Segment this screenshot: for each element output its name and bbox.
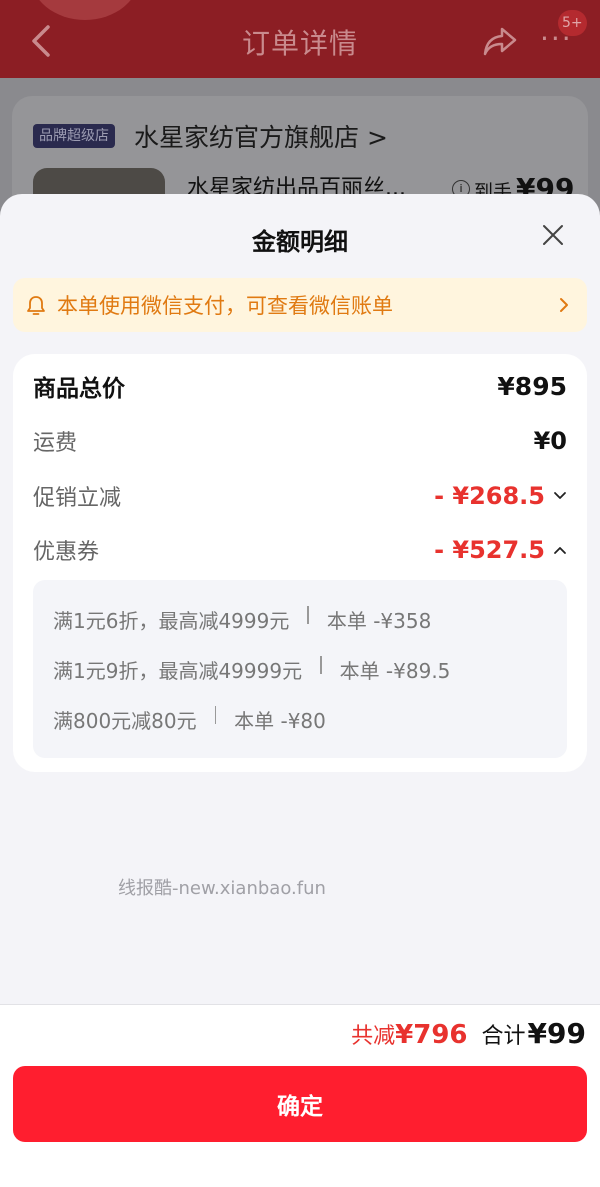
row-shipping: 运费 ¥0 (33, 421, 567, 461)
sheet-title: 金额明细 (252, 228, 348, 256)
coupon-deduction: 本单 -¥80 (234, 708, 326, 733)
coupon-item: 满800元减80元 本单 -¥80 (53, 704, 326, 734)
wechat-bill-notice[interactable]: 本单使用微信支付，可查看微信账单 (13, 278, 587, 332)
watermark-text: 线报酷-new.xianbao.fun (118, 878, 326, 899)
store-tag: 品牌超级店 (33, 124, 115, 148)
row-label: 优惠券 (33, 540, 100, 565)
bell-icon (27, 296, 45, 315)
coupon-list: 满1元6折，最高减4999元 本单 -¥358 满1元9折，最高减49999元 … (33, 580, 567, 758)
header-decoration (30, 0, 140, 20)
coupon-item: 满1元6折，最高减4999元 本单 -¥358 (53, 604, 431, 634)
notification-badge: 5+ (558, 10, 587, 36)
row-value: - ¥527.5 (434, 536, 567, 564)
total-value: ¥99 (527, 1017, 586, 1050)
divider (214, 706, 217, 724)
sheet-footer: 共减 ¥796 合计 ¥99 确定 (0, 1004, 600, 1187)
total-saved-value: ¥796 (395, 1020, 468, 1050)
coupon-rule: 满1元9折，最高减49999元 (53, 658, 303, 683)
row-value: ¥0 (533, 427, 567, 455)
share-icon[interactable] (482, 24, 518, 58)
row-label: 促销立减 (33, 486, 122, 511)
notice-text: 本单使用微信支付，可查看微信账单 (57, 294, 393, 318)
total-label: 合计 (481, 1024, 526, 1049)
close-icon[interactable] (540, 222, 566, 248)
row-value: ¥895 (497, 371, 567, 401)
promotion-amount: - ¥268.5 (434, 482, 545, 510)
coupon-deduction: 本单 -¥358 (326, 608, 432, 633)
chevron-down-icon[interactable] (553, 489, 567, 503)
chevron-right-icon (560, 298, 568, 312)
coupon-deduction: 本单 -¥89.5 (339, 658, 451, 683)
row-label: 运费 (33, 431, 78, 456)
confirm-button[interactable]: 确定 (13, 1066, 587, 1142)
coupon-item: 满1元9折，最高减49999元 本单 -¥89.5 (53, 654, 450, 684)
row-value: - ¥268.5 (434, 482, 567, 510)
row-goods-total: 商品总价 ¥895 (33, 366, 567, 406)
total-saved-label: 共减 (351, 1024, 396, 1049)
chevron-up-icon[interactable] (553, 543, 567, 557)
row-promotion[interactable]: 促销立减 - ¥268.5 (33, 476, 567, 516)
coupon-amount: - ¥527.5 (434, 536, 545, 564)
divider (320, 656, 322, 674)
price-breakdown-card: 商品总价 ¥895 运费 ¥0 促销立减 - ¥268.5 优惠券 - ¥527… (13, 354, 587, 772)
store-name-link[interactable]: 水星家纺官方旗舰店 > (134, 118, 388, 154)
divider (307, 606, 309, 624)
row-label: 商品总价 (33, 376, 125, 402)
coupon-rule: 满800元减80元 (53, 708, 197, 733)
row-coupon[interactable]: 优惠券 - ¥527.5 (33, 530, 567, 570)
coupon-rule: 满1元6折，最高减4999元 (53, 608, 290, 633)
total-summary: 共减 ¥796 合计 ¥99 (351, 1017, 586, 1050)
